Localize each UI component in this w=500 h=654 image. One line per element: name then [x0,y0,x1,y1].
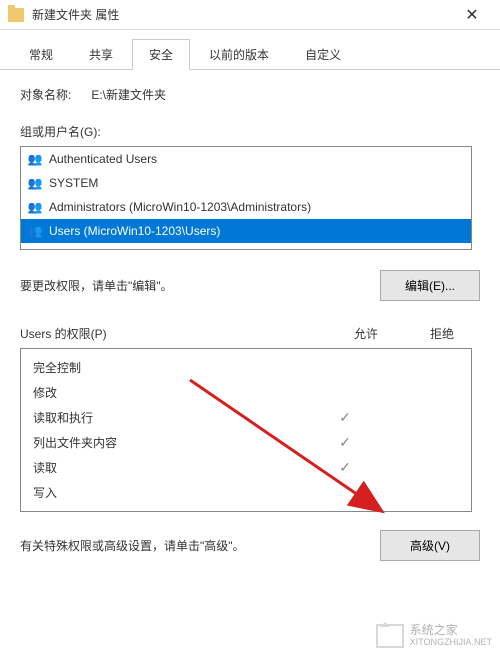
permission-row: 完全控制 [21,355,471,380]
users-icon: 👥 [27,223,43,239]
advanced-button[interactable]: 高级(V) [380,530,480,561]
edit-row: 要更改权限，请单击"编辑"。 编辑(E)... [20,270,480,301]
tab-content: 对象名称: E:\新建文件夹 组或用户名(G): 👥 Authenticated… [0,70,500,577]
tab-share[interactable]: 共享 [72,39,130,70]
object-value: E:\新建文件夹 [91,86,166,103]
list-item-label: Administrators (MicroWin10-1203\Administ… [49,200,311,214]
users-icon: 👥 [27,199,43,215]
tab-label: 共享 [89,48,113,62]
list-item-label: SYSTEM [49,176,98,190]
titlebar: 新建文件夹 属性 ✕ [0,0,500,30]
watermark-url: XITONGZHIJIA.NET [410,638,492,648]
window-title: 新建文件夹 属性 [32,6,452,23]
tab-previous-versions[interactable]: 以前的版本 [192,39,286,70]
permission-name: 完全控制 [33,359,307,376]
tab-label: 以前的版本 [209,48,269,62]
advanced-hint: 有关特殊权限或高级设置，请单击"高级"。 [20,537,245,554]
permission-name: 读取和执行 [33,409,307,426]
list-item[interactable]: 👥 Administrators (MicroWin10-1203\Admini… [21,195,471,219]
advanced-row: 有关特殊权限或高级设置，请单击"高级"。 高级(V) [20,530,480,561]
groups-label: 组或用户名(G): [20,123,480,140]
list-item-label: Users (MicroWin10-1203\Users) [49,224,220,238]
tab-label: 常规 [29,48,53,62]
permission-name: 列出文件夹内容 [33,434,307,451]
allow-check-icon: ✓ [307,409,383,426]
list-item-label: Authenticated Users [49,152,157,166]
deny-header: 拒绝 [404,325,480,342]
permission-name: 修改 [33,384,307,401]
watermark: 系统之家 XITONGZHIJIA.NET [376,624,492,648]
permissions-header: Users 的权限(P) 允许 拒绝 [20,325,480,342]
watermark-text: 系统之家 [410,624,492,637]
permission-name: 写入 [33,484,307,501]
edit-button[interactable]: 编辑(E)... [380,270,480,301]
tab-label: 安全 [149,48,173,62]
edit-hint: 要更改权限，请单击"编辑"。 [20,277,173,294]
allow-check-icon: ✓ [307,459,383,476]
permissions-listbox: 完全控制修改读取和执行✓列出文件夹内容✓读取✓写入 [20,348,472,512]
permission-row: 读取✓ [21,455,471,480]
allow-header: 允许 [328,325,404,342]
close-icon[interactable]: ✕ [452,5,492,25]
object-row: 对象名称: E:\新建文件夹 [20,86,480,103]
list-item[interactable]: 👥 SYSTEM [21,171,471,195]
permission-row: 列出文件夹内容✓ [21,430,471,455]
allow-check-icon: ✓ [307,434,383,451]
permission-name: 读取 [33,459,307,476]
tab-general[interactable]: 常规 [12,39,70,70]
tab-label: 自定义 [305,48,341,62]
folder-icon [8,8,24,22]
tab-customize[interactable]: 自定义 [288,39,358,70]
users-icon: 👥 [27,175,43,191]
list-item[interactable]: 👥 Users (MicroWin10-1203\Users) [21,219,471,243]
users-icon: 👥 [27,151,43,167]
list-item[interactable]: 👥 Authenticated Users [21,147,471,171]
object-label: 对象名称: [20,86,71,103]
groups-listbox[interactable]: 👥 Authenticated Users 👥 SYSTEM 👥 Adminis… [20,146,472,250]
tab-security[interactable]: 安全 [132,39,190,70]
watermark-logo-icon [376,624,404,648]
permission-row: 写入 [21,480,471,505]
permission-row: 读取和执行✓ [21,405,471,430]
permissions-title: Users 的权限(P) [20,325,328,342]
tab-bar: 常规 共享 安全 以前的版本 自定义 [0,30,500,70]
permission-row: 修改 [21,380,471,405]
